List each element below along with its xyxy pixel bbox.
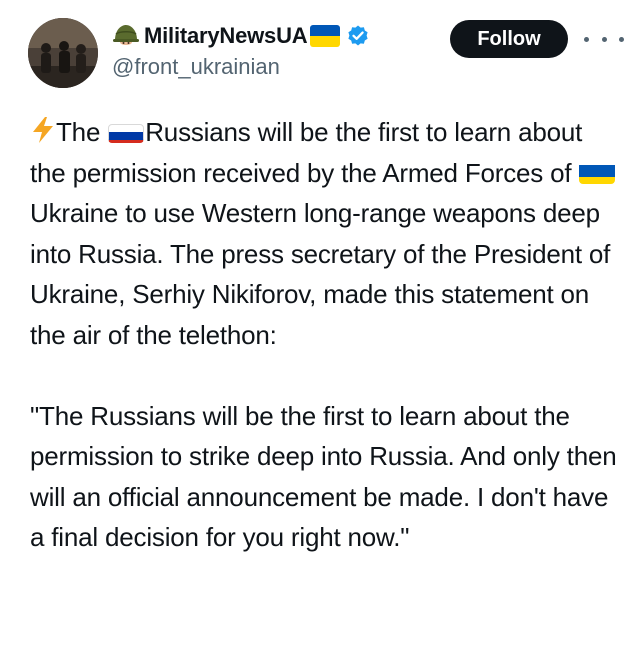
author-identity: MilitaryNewsUA @front_ukrainian	[112, 20, 370, 80]
avatar[interactable]	[28, 18, 98, 88]
ukraine-flag-icon	[579, 160, 616, 184]
verified-badge-icon	[348, 25, 369, 46]
tweet-text: The Russians will be the first to learn …	[30, 112, 620, 558]
more-dot	[584, 36, 589, 42]
more-dot	[601, 36, 607, 42]
post-text-segment: The	[56, 117, 108, 147]
tweet-header: MilitaryNewsUA @front_ukrainian Follow	[28, 18, 624, 88]
post-paragraph-1: The Russians will be the first to learn …	[30, 112, 620, 355]
tweet-card: MilitaryNewsUA @front_ukrainian Follow T…	[0, 0, 640, 650]
post-text-segment: Ukraine to use Western long-range weapon…	[30, 198, 611, 350]
post-paragraph-2: "The Russians will be the first to learn…	[30, 400, 617, 553]
more-dot	[619, 36, 624, 42]
russia-flag-icon	[108, 119, 145, 143]
name-row[interactable]: MilitaryNewsUA	[112, 20, 370, 52]
author-display-name[interactable]: MilitaryNewsUA	[144, 23, 308, 49]
lightning-icon	[33, 117, 53, 143]
more-options-icon[interactable]	[584, 26, 624, 52]
follow-button[interactable]: Follow	[450, 20, 568, 58]
author-handle[interactable]: @front_ukrainian	[112, 54, 370, 80]
military-helmet-icon	[113, 25, 139, 45]
ukraine-flag-icon	[310, 25, 341, 47]
